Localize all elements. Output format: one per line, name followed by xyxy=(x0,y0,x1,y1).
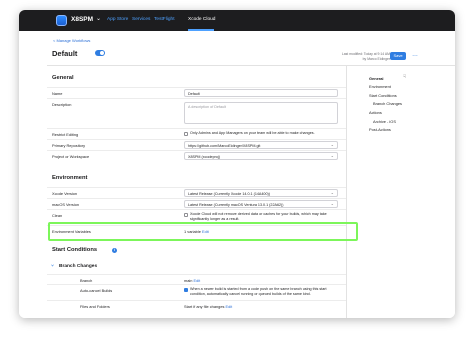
select-arrow-icon: ⌄ xyxy=(330,201,334,206)
primary-repository-value: https://github.com/MarcoEidinger/X8SPM.g… xyxy=(188,143,261,148)
files-and-folders-label: Files and Folders xyxy=(80,304,110,309)
row-files-and-folders: Files and Folders Start if any file chan… xyxy=(47,300,346,310)
row-primary-repository: Primary Repository https://github.com/Ma… xyxy=(47,139,346,150)
section-start-conditions: Start Conditions xyxy=(52,247,98,253)
row-description: Description A description of Default xyxy=(47,98,346,127)
files-and-folders-edit-link[interactable]: Edit xyxy=(226,304,233,309)
outline-branch-changes[interactable]: Branch Changes xyxy=(373,101,402,106)
description-placeholder: A description of Default xyxy=(188,105,226,109)
nav-services[interactable]: Services xyxy=(132,17,150,22)
select-arrow-icon: ⌄ xyxy=(330,142,334,147)
restrict-editing-label: Restrict Editing xyxy=(52,132,79,137)
row-xcode-version: Xcode Version Latest Release (Currently … xyxy=(47,187,346,198)
top-navigation-bar: X8SPM ⌄ App Store Services TestFlight Xc… xyxy=(19,10,455,31)
xcode-version-select[interactable]: Latest Release (Currently Xcode 14.0.1 (… xyxy=(184,189,338,197)
outline-post-actions[interactable]: Post-Actions xyxy=(369,127,391,132)
workflow-editor: General Name Default Description A descr… xyxy=(19,31,347,318)
select-arrow-icon: ⌄ xyxy=(330,153,334,158)
row-project: Project or Workspace X8SPM (xcodeproj) ⌄ xyxy=(47,150,346,161)
app-icon xyxy=(56,15,67,26)
macos-version-value: Latest Release (Currently macOS Ventura … xyxy=(188,202,284,207)
xcode-version-value: Latest Release (Currently Xcode 14.0.1 (… xyxy=(188,191,270,196)
select-arrow-icon: ⌄ xyxy=(330,190,334,195)
project-label: Project or Workspace xyxy=(52,154,90,159)
browser-window: X8SPM ⌄ App Store Services TestFlight Xc… xyxy=(19,10,455,318)
row-restrict-editing: Restrict Editing Only Admins and App Man… xyxy=(47,128,346,139)
workflow-outline: General Environment Start Conditions Bra… xyxy=(347,31,455,318)
nav-app-store[interactable]: App Store xyxy=(107,17,128,22)
branch-name: main xyxy=(184,278,193,283)
outline-start-conditions[interactable]: Start Conditions xyxy=(369,93,397,98)
restrict-editing-checkbox[interactable] xyxy=(184,132,188,136)
row-macos-version: macOS Version Latest Release (Currently … xyxy=(47,198,346,209)
auto-cancel-checkbox[interactable] xyxy=(184,288,188,292)
auto-cancel-text: When a newer build is started from a cod… xyxy=(190,287,327,296)
app-switcher[interactable]: X8SPM xyxy=(71,16,93,23)
row-branch: Branch main Edit xyxy=(47,274,346,284)
branch-changes-title: Branch Changes xyxy=(59,264,98,269)
name-label: Name xyxy=(52,91,63,96)
branch-edit-link[interactable]: Edit xyxy=(194,278,201,283)
section-environment: Environment xyxy=(52,175,88,181)
clean-text: Xcode Cloud will not remove derived data… xyxy=(190,212,327,221)
project-value: X8SPM (xcodeproj) xyxy=(188,154,220,159)
chevron-down-icon[interactable]: ⌄ xyxy=(96,15,101,22)
page-content: < Manage Workflows Default Last modified… xyxy=(19,31,455,318)
info-icon[interactable]: i xyxy=(112,248,117,253)
cursor-icon: ☟ xyxy=(403,74,407,80)
outline-actions[interactable]: Actions xyxy=(369,110,382,115)
branch-label: Branch xyxy=(80,278,93,283)
name-value: Default xyxy=(188,91,200,96)
files-and-folders-rule: Start if any file changes xyxy=(184,304,225,309)
primary-repository-label: Primary Repository xyxy=(52,143,86,148)
project-select[interactable]: X8SPM (xcodeproj) ⌄ xyxy=(184,152,338,160)
description-field[interactable]: A description of Default xyxy=(184,102,338,124)
row-auto-cancel: Auto-cancel Builds When a newer build is… xyxy=(47,284,346,300)
nav-xcode-cloud[interactable]: Xcode Cloud xyxy=(188,17,215,22)
outline-general[interactable]: General xyxy=(369,76,384,81)
primary-repository-select[interactable]: https://github.com/MarcoEidinger/X8SPM.g… xyxy=(184,141,338,149)
description-label: Description xyxy=(52,102,72,107)
macos-version-select[interactable]: Latest Release (Currently macOS Ventura … xyxy=(184,200,338,208)
highlight-box xyxy=(48,222,358,241)
outline-environment[interactable]: Environment xyxy=(369,84,391,89)
restrict-editing-text: Only Admins and App Managers on your tea… xyxy=(190,131,315,135)
macos-version-label: macOS Version xyxy=(52,202,80,207)
nav-testflight[interactable]: TestFlight xyxy=(154,17,175,22)
clean-label: Clean xyxy=(52,213,63,218)
name-field[interactable]: Default xyxy=(184,89,338,97)
files-and-folders-value: Start if any file changes Edit xyxy=(184,304,232,309)
auto-cancel-label: Auto-cancel Builds xyxy=(80,288,113,293)
branch-icon: ⑂ xyxy=(51,263,55,269)
xcode-version-label: Xcode Version xyxy=(52,191,78,196)
section-general: General xyxy=(52,75,74,81)
outline-archive-ios[interactable]: Archive - iOS xyxy=(373,119,396,124)
branch-value: main Edit xyxy=(184,278,200,283)
clean-checkbox[interactable] xyxy=(184,213,188,217)
row-name: Name Default xyxy=(47,87,346,98)
